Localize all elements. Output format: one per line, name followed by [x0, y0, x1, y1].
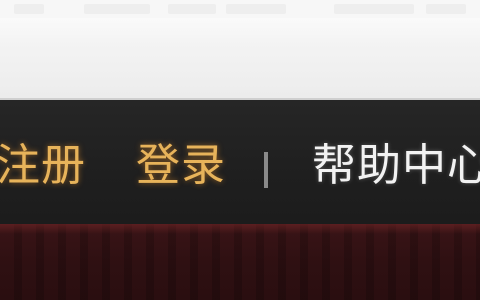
browser-top-area — [0, 0, 480, 98]
top-strip-segment — [226, 4, 286, 14]
top-strip-segment — [334, 4, 414, 14]
top-strip-segment — [426, 4, 466, 14]
help-center-link[interactable]: 帮助中心 — [312, 140, 480, 192]
top-strip-segment — [168, 4, 216, 14]
top-strip — [0, 0, 480, 18]
nav-separator — [264, 152, 268, 188]
hero-banner — [0, 224, 480, 300]
login-link[interactable]: 登录 — [136, 140, 226, 192]
banner-edge-highlight — [0, 224, 480, 234]
top-strip-segment — [14, 4, 44, 14]
top-strip-segment — [84, 4, 150, 14]
register-link[interactable]: 注册 — [0, 140, 86, 192]
